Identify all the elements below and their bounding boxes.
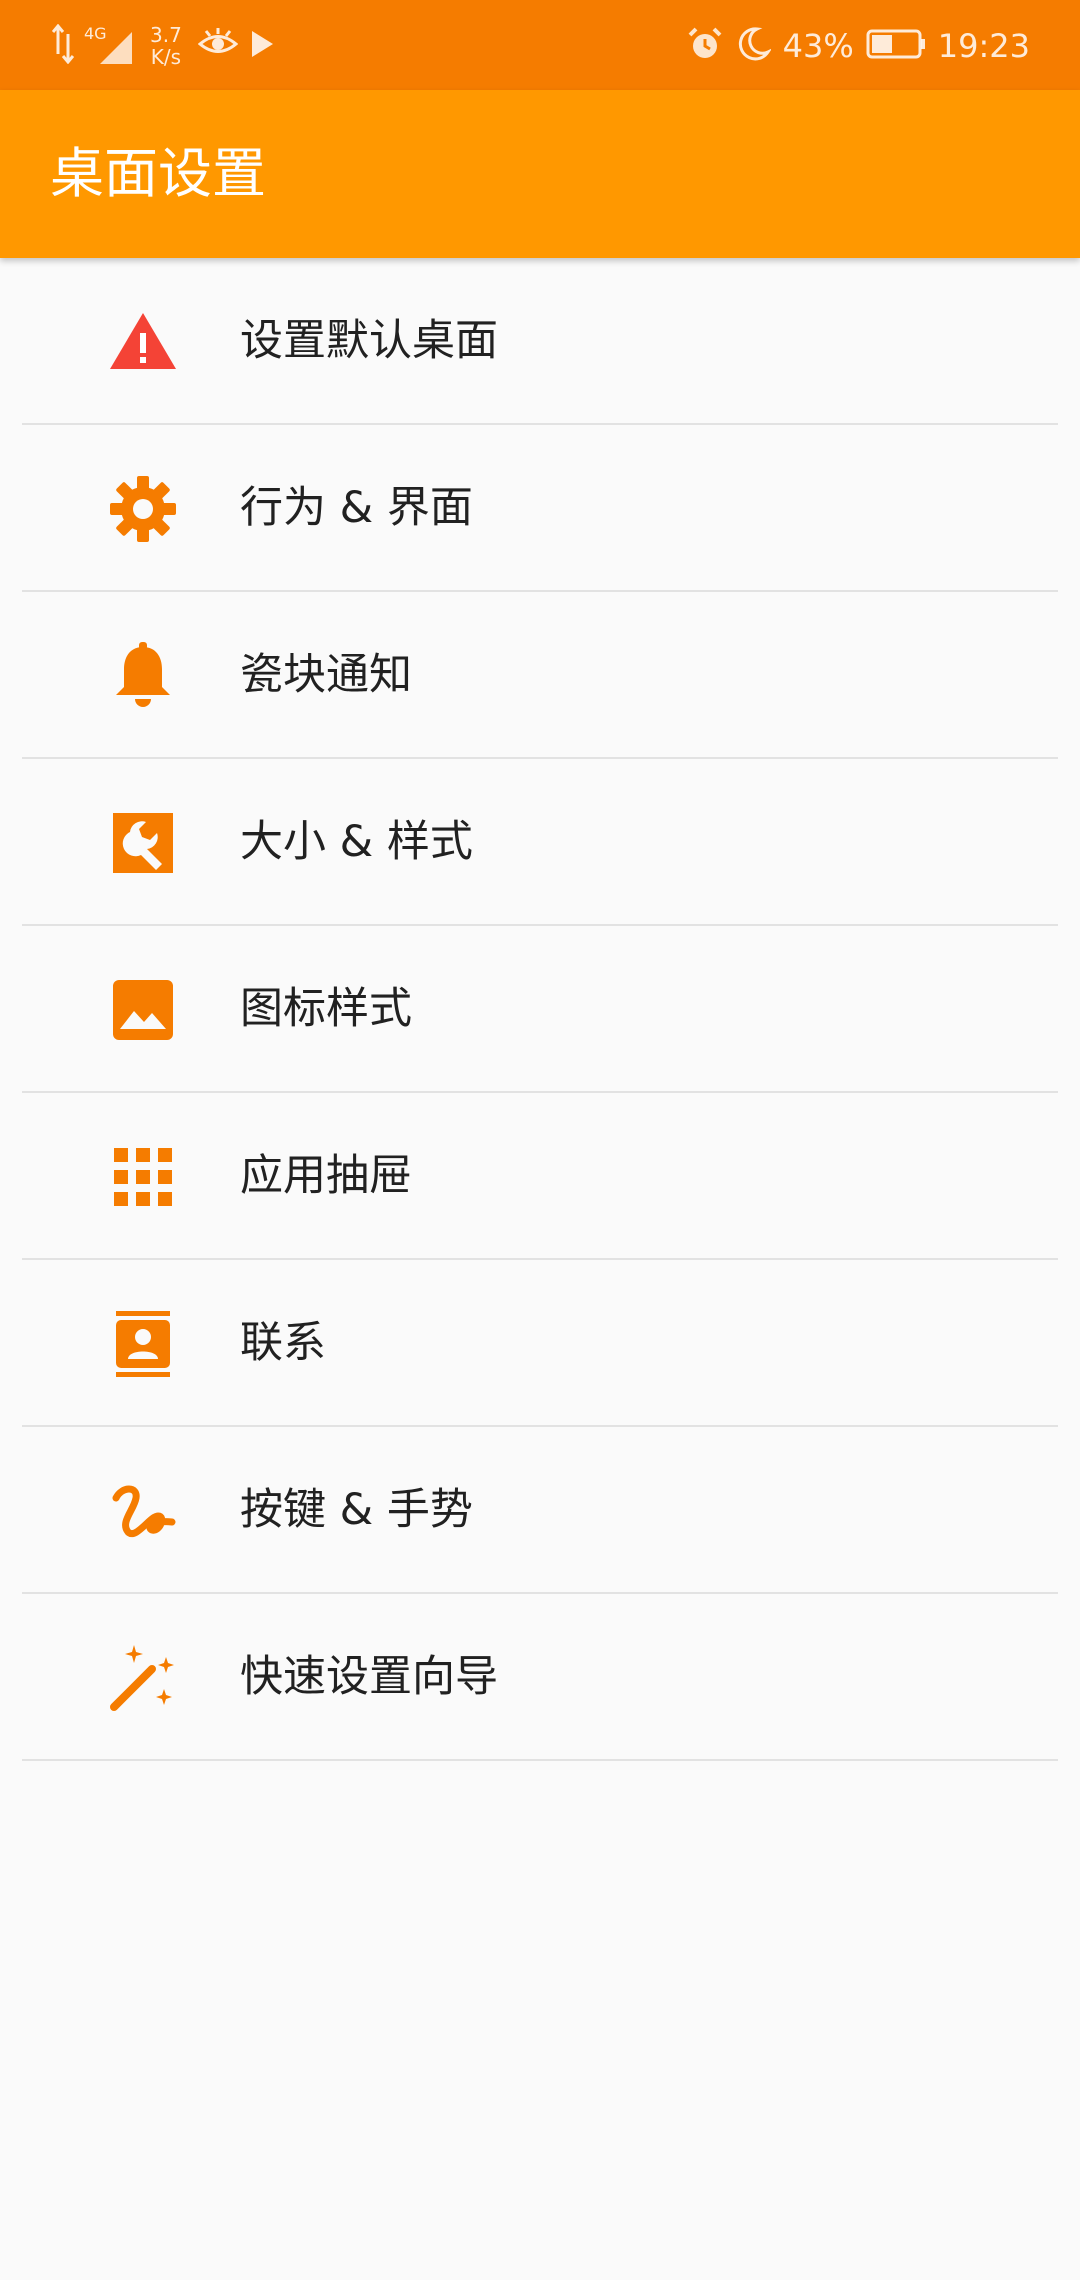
settings-item-contact[interactable]: 联系 (0, 1260, 1080, 1427)
settings-item-label: 应用抽屉 (240, 1151, 412, 1201)
play-icon (248, 28, 276, 64)
contact-icon (108, 1309, 178, 1379)
net-speed-unit: K/s (150, 45, 182, 69)
image-icon (108, 975, 178, 1045)
warning-icon (108, 307, 178, 377)
data-arrows-icon (51, 23, 75, 68)
settings-item-tile-notifications[interactable]: 瓷块通知 (0, 592, 1080, 759)
alarm-icon (687, 26, 723, 66)
bell-icon (108, 641, 178, 711)
settings-item-label: 联系 (240, 1318, 326, 1368)
clock: 19:23 (937, 27, 1030, 65)
net-speed-value: 3.7 (150, 23, 182, 47)
net-speed: 3.7 K/s (150, 24, 182, 68)
settings-item-icon-style[interactable]: 图标样式 (0, 926, 1080, 1093)
gesture-icon (108, 1476, 178, 1546)
magic-wand-icon (108, 1643, 178, 1713)
status-bar-right: 43% 19:23 (687, 18, 1030, 74)
grid-icon (108, 1142, 178, 1212)
settings-item-label: 按键 & 手势 (240, 1485, 473, 1535)
settings-item-size-style[interactable]: 大小 & 样式 (0, 759, 1080, 926)
gear-icon (108, 474, 178, 544)
settings-item-label: 快速设置向导 (240, 1652, 498, 1702)
eye-icon (197, 27, 239, 65)
settings-item-label: 设置默认桌面 (240, 316, 498, 366)
settings-item-default-launcher[interactable]: 设置默认桌面 (0, 258, 1080, 425)
signal-icon: 4G (84, 26, 134, 66)
status-bar: 4G 3.7 K/s 43% 19:23 (0, 0, 1080, 90)
app-bar: 桌面设置 (0, 90, 1080, 258)
settings-item-label: 瓷块通知 (240, 650, 412, 700)
settings-item-behavior-interface[interactable]: 行为 & 界面 (0, 425, 1080, 592)
settings-item-keys-gestures[interactable]: 按键 & 手势 (0, 1427, 1080, 1594)
settings-item-label: 大小 & 样式 (240, 817, 473, 867)
settings-list: 设置默认桌面 行为 & 界面 瓷块通知 大小 & 样式 图标样式 应用抽屉 联系… (0, 258, 1080, 1761)
settings-item-setup-wizard[interactable]: 快速设置向导 (0, 1594, 1080, 1761)
status-bar-left: 4G 3.7 K/s (51, 18, 276, 74)
battery-percent: 43% (782, 27, 854, 65)
wrench-icon (108, 808, 178, 878)
settings-item-label: 图标样式 (240, 984, 412, 1034)
page-title: 桌面设置 (50, 142, 266, 205)
settings-item-app-drawer[interactable]: 应用抽屉 (0, 1093, 1080, 1260)
settings-item-label: 行为 & 界面 (240, 483, 473, 533)
moon-icon (735, 26, 772, 66)
battery-icon (866, 28, 926, 64)
